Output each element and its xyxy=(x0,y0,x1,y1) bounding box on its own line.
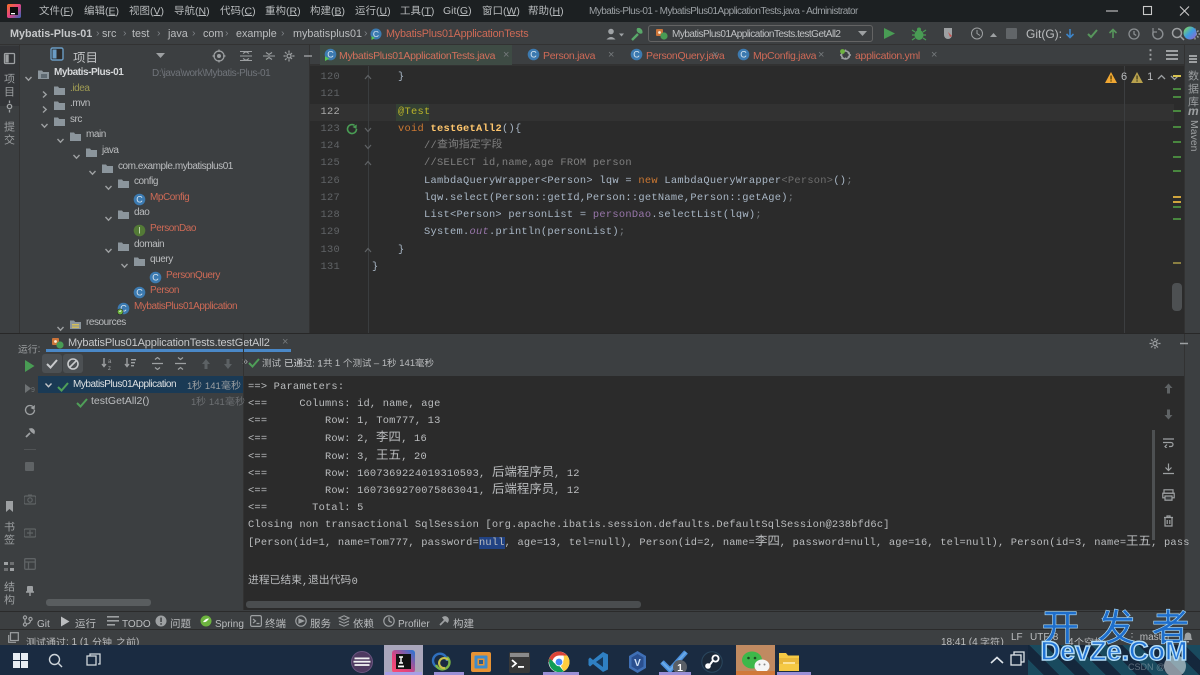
svg-text:C: C xyxy=(633,50,640,60)
svg-text:9: 9 xyxy=(31,387,35,394)
svg-text:C: C xyxy=(530,50,537,60)
svg-text:C: C xyxy=(740,50,747,60)
svg-text:C: C xyxy=(152,273,159,283)
svg-text:C: C xyxy=(136,195,143,205)
svg-text:V: V xyxy=(634,658,641,669)
svg-text:z: z xyxy=(108,366,111,370)
svg-text:C: C xyxy=(136,288,143,298)
svg-text:a: a xyxy=(108,359,112,365)
svg-text:I: I xyxy=(138,226,141,236)
